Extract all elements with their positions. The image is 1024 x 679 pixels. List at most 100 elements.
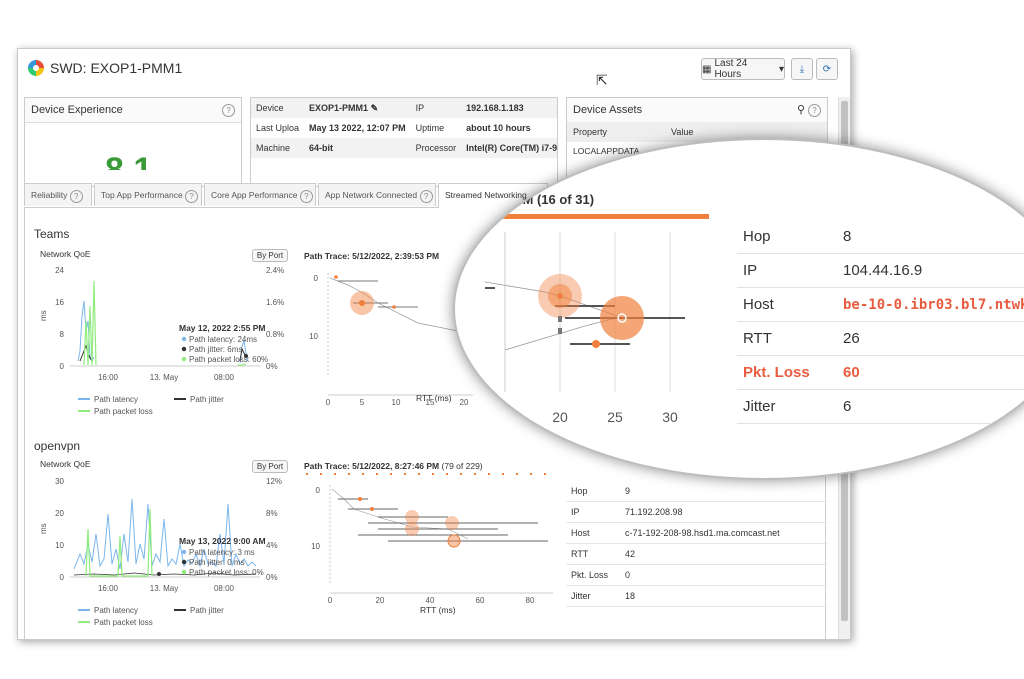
openvpn-by-port-button[interactable]: By Port	[252, 460, 288, 473]
legend-jitter[interactable]: Path jitter	[190, 395, 224, 404]
tooltip-latency: Path latency: 3 ms	[189, 548, 255, 557]
hop-marker[interactable]	[392, 305, 396, 309]
latency-dot	[181, 549, 187, 555]
tab-label: Core App Performance	[211, 190, 298, 200]
hop-label: RTT	[566, 543, 620, 565]
hop-marker[interactable]	[334, 275, 338, 279]
legend-jitter[interactable]: Path jitter	[190, 606, 224, 615]
hop-label: Hop	[566, 481, 620, 502]
tick-label: 08:00	[214, 373, 235, 382]
magnified-timeline	[495, 214, 709, 219]
refresh-icon: ⟳	[822, 63, 832, 75]
hop-marker[interactable]	[370, 507, 374, 511]
hop-value: 71.192.208.98	[620, 501, 828, 523]
tooltip-date: May 13, 2022 9:00 AM	[179, 536, 266, 546]
openvpn-trace-xlabel: RTT (ms)	[420, 605, 456, 615]
teams-trace-title: Path Trace: 5/12/2022, 2:39:53 PM	[304, 251, 440, 261]
hop-value: 9	[620, 481, 828, 502]
hop-tick	[558, 316, 562, 322]
tick-label: 60	[476, 596, 485, 605]
help-icon[interactable]: ?	[808, 104, 821, 117]
info-value: EXOP1-PMM1 ✎	[304, 98, 411, 118]
loss-line	[85, 508, 153, 577]
tab-app-network-connected[interactable]: App Network Connected ?	[318, 183, 436, 206]
table-row: Jitter 6	[737, 389, 1024, 424]
legend-latency[interactable]: Path latency	[94, 606, 138, 615]
info-label: Device	[256, 103, 284, 113]
tooltip-jitter: Path jitter: 6ms	[189, 345, 242, 354]
legend-loss[interactable]: Path packet loss	[94, 618, 153, 627]
openvpn-hop-details: Hop 9 IP 71.192.208.98 Host c-71-192-208-98…	[566, 481, 828, 607]
teams-trace-chart: 0 10 0 5 10 15 20	[309, 273, 473, 407]
tick-label: 20	[552, 409, 568, 425]
chart-legend: Path latency Path jitter Path packet los…	[78, 395, 224, 416]
hop-label: RTT	[737, 321, 837, 356]
hop-value: c-71-192-208-98.hsd1.ma.comcast.net	[620, 522, 828, 544]
tick-label: 30	[55, 477, 64, 486]
hop-value: 26	[837, 321, 1024, 356]
y-right-ticks: 12% 8% 4% 0%	[266, 477, 282, 582]
search-icon[interactable]: ⚲	[797, 103, 805, 116]
table-row: Pkt. Loss 60	[737, 355, 1024, 390]
info-label: Uptime	[415, 123, 445, 133]
hop-marker-selected[interactable]	[447, 534, 461, 548]
tick-label: 8%	[266, 509, 278, 518]
tab-core-app-performance[interactable]: Core App Performance ?	[204, 183, 316, 206]
tab-top-app-performance[interactable]: Top App Performance ?	[94, 183, 202, 206]
download-icon: ⤓	[799, 63, 805, 75]
tick-label: 0	[60, 573, 65, 582]
device-experience-panel: Device Experience ? 8.1	[24, 97, 242, 187]
hop-marker[interactable]	[405, 510, 419, 524]
tick-label: 25	[607, 409, 623, 425]
y-left-ticks: 30 20 10 0	[55, 477, 64, 582]
window-title: SWD: EXOP1-PMM1	[50, 60, 183, 76]
table-row: Last Uploa May 13 2022, 12:07 PM Uptime …	[251, 118, 557, 138]
time-range-dropdown[interactable]: ▦ Last 24 Hours ▾	[701, 58, 785, 80]
trace-timeline[interactable]	[306, 473, 556, 475]
teams-trace-xlabel: RTT (ms)	[416, 393, 452, 403]
tooltip-latency: Path latency: 24ms	[189, 335, 257, 344]
tick-label: 16:00	[98, 373, 119, 382]
tick-label: 30	[662, 409, 678, 425]
table-row: RTT 26	[737, 321, 1024, 356]
help-icon: ?	[185, 190, 199, 203]
hop-value-host: be-10-0.ibr03.bl7.ntwk	[837, 287, 1024, 322]
tick-label: 0	[60, 362, 65, 371]
hop-label: Host	[566, 522, 620, 544]
table-row: Device EXOP1-PMM1 ✎ IP 192.168.1.183	[251, 98, 557, 118]
teams-qoe-chart: 24 16 8 0 ms 2.4% 1.6% 0.8% 0% May 12, 2…	[39, 266, 284, 416]
help-icon: ?	[299, 190, 313, 203]
download-button[interactable]: ⤓	[791, 58, 813, 80]
openvpn-tooltip: May 13, 2022 9:00 AM Path latency: 3 ms …	[179, 536, 266, 577]
tick-label: 0	[326, 398, 331, 407]
tick-label: 12%	[266, 477, 282, 486]
tab-reliability[interactable]: Reliability ?	[24, 183, 92, 206]
hop-marker[interactable]	[358, 497, 362, 501]
hop-value: 0	[620, 564, 828, 586]
device-info-table: Device EXOP1-PMM1 ✎ IP 192.168.1.183 Las…	[251, 98, 558, 158]
info-value: Intel(R) Core(TM) i7-97	[466, 143, 558, 153]
title-bar: SWD: EXOP1-PMM1 ▦ Last 24 Hours ▾ ⤓ ⟳	[18, 49, 850, 89]
teams-qoe-title: Network QoE	[40, 249, 91, 259]
hover-point	[157, 572, 161, 576]
hop-marker[interactable]	[405, 522, 419, 536]
help-icon[interactable]: ?	[222, 104, 235, 117]
hop-value: 6	[837, 389, 1024, 424]
hop-marker[interactable]	[359, 300, 365, 306]
hop-value-pkt-loss: 60	[837, 355, 1024, 390]
jitter-dot	[181, 559, 187, 565]
tick-label: 0	[328, 596, 333, 605]
device-info-panel: Device EXOP1-PMM1 ✎ IP 192.168.1.183 Las…	[250, 97, 558, 187]
legend-latency[interactable]: Path latency	[94, 395, 138, 404]
teams-tooltip: May 12, 2022 2:55 PM Path latency: 24ms …	[179, 323, 268, 364]
link-icon[interactable]: ✎	[371, 103, 379, 113]
latency-dot	[181, 336, 187, 342]
hop-marker	[557, 293, 563, 299]
hop-marker-selected	[600, 296, 644, 340]
hop-label: Jitter	[737, 389, 837, 424]
legend-loss[interactable]: Path packet loss	[94, 407, 153, 416]
refresh-button[interactable]: ⟳	[816, 58, 838, 80]
hop-marker[interactable]	[445, 516, 459, 530]
loss-dot	[181, 356, 187, 362]
hop-value: 42	[620, 543, 828, 565]
